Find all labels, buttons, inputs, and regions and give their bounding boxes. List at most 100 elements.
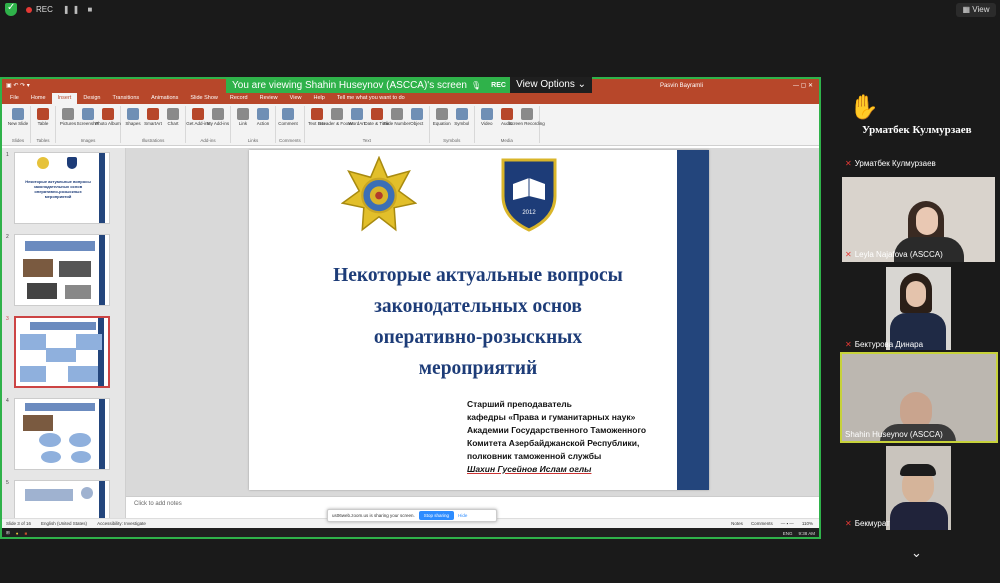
- symbol-button[interactable]: Symbol: [453, 106, 471, 138]
- participant-video-tile[interactable]: [886, 446, 951, 530]
- wordart-button[interactable]: WordArt: [348, 106, 366, 138]
- zoom-slider[interactable]: — ▪ —: [781, 521, 794, 526]
- table-button[interactable]: Table: [34, 106, 52, 138]
- action-button[interactable]: Action: [254, 106, 272, 138]
- accessibility-status[interactable]: Accessibility: Investigate: [97, 521, 146, 526]
- chevron-down-icon[interactable]: ⌄: [911, 545, 922, 561]
- slide-thumbnail-4[interactable]: [14, 398, 110, 470]
- ribbon-group-text: Text Box Header & Footer WordArt Date & Tim…: [305, 106, 430, 143]
- zoom-level[interactable]: 110%: [802, 521, 813, 526]
- slide-thumbnail-5[interactable]: [14, 480, 110, 520]
- chrome-icon[interactable]: ●: [16, 531, 19, 536]
- tab-tell-me-what-you-want-to-do[interactable]: Tell me what you want to do: [331, 93, 411, 104]
- thumbnail-row[interactable]: 3: [2, 312, 125, 394]
- author-line: Академии Государственного Таможенного: [467, 425, 647, 435]
- powerpoint-icon[interactable]: ■: [25, 531, 28, 536]
- link-button[interactable]: Link: [234, 106, 252, 138]
- ribbon-item-label: Action: [256, 121, 270, 126]
- sharing-notice-text: us06web.zoom.us is sharing your screen.: [332, 513, 415, 518]
- author-line: кафедры «Права и гуманитарных наук»: [467, 412, 636, 422]
- new-slide-button[interactable]: New Slide: [8, 106, 28, 138]
- current-slide[interactable]: 2012 Некоторые актуальные вопросы законо…: [249, 150, 709, 490]
- chart-button[interactable]: Chart: [164, 106, 182, 138]
- ribbon-group-label: Slides: [11, 138, 25, 143]
- slide-thumbnail-1[interactable]: Некоторые актуальные вопросы законодател…: [14, 152, 110, 224]
- view-button[interactable]: ▦ View: [956, 3, 996, 17]
- author-block[interactable]: Старший преподаватель кафедры «Права и г…: [467, 398, 687, 476]
- security-shield-icon[interactable]: [5, 2, 17, 16]
- comment-button[interactable]: Comment: [278, 106, 298, 138]
- comments-toggle[interactable]: Comments: [751, 521, 773, 526]
- tab-view[interactable]: View: [284, 93, 308, 104]
- tab-design[interactable]: Design: [77, 93, 106, 104]
- tab-review[interactable]: Review: [254, 93, 284, 104]
- screen-recording-button[interactable]: Screen Recording: [509, 106, 545, 138]
- start-icon[interactable]: ⊞: [6, 530, 10, 536]
- tab-transitions[interactable]: Transitions: [106, 93, 145, 104]
- object-icon: [410, 108, 423, 120]
- slide-number-button[interactable]: Slide Number: [383, 106, 410, 138]
- comment-icon: [282, 108, 294, 120]
- notes-toggle[interactable]: Notes: [731, 521, 743, 526]
- record-dot-icon: [26, 7, 32, 13]
- pictures-button[interactable]: Pictures: [59, 106, 77, 138]
- star-emblem-icon: [37, 157, 49, 169]
- smartart-button[interactable]: SmartArt: [144, 106, 162, 138]
- ribbon-group-label: Text: [362, 138, 371, 143]
- tab-help[interactable]: Help: [308, 93, 331, 104]
- tab-record[interactable]: Record: [224, 93, 254, 104]
- taskbar-language[interactable]: ENG: [783, 531, 793, 536]
- thumbnail-row[interactable]: 4: [2, 394, 125, 476]
- video-button[interactable]: Video: [478, 106, 496, 138]
- tab-insert[interactable]: Insert: [51, 93, 78, 104]
- stop-sharing-button[interactable]: Stop sharing: [418, 511, 455, 520]
- my-add-ins-icon: [212, 108, 224, 120]
- ribbon-item-label: Screen Recording: [508, 121, 545, 126]
- thumb-photo: [65, 285, 91, 299]
- thumbnail-row[interactable]: 2: [2, 230, 125, 312]
- tab-slide-show[interactable]: Slide Show: [184, 93, 224, 104]
- participant-name: Урматбек Кулмурзаев: [854, 159, 936, 168]
- view-options-button[interactable]: View Options ⌄: [510, 77, 592, 93]
- quick-access-icons[interactable]: ▣ ↶ ↷ ▾: [6, 82, 30, 89]
- slide-thumbnail-3[interactable]: [14, 316, 110, 388]
- language-status[interactable]: English (United States): [41, 521, 87, 526]
- photo-album-button[interactable]: Photo Album: [95, 106, 121, 138]
- thumb-photo: [23, 259, 53, 277]
- equation-button[interactable]: Equation: [433, 106, 451, 138]
- object-button[interactable]: Object: [408, 106, 426, 138]
- participant-video-tile[interactable]: ✕ Leyla Najafova (ASCCA): [842, 177, 995, 262]
- slide-thumbnail-2[interactable]: [14, 234, 110, 306]
- ribbon-group-slides: New Slide Slides: [6, 106, 31, 143]
- tab-file[interactable]: File: [4, 93, 25, 104]
- new-slide-icon: [12, 108, 24, 120]
- emblem-year: 2012: [522, 210, 536, 216]
- ribbon-group-add-ins: Get Add-ins My Add-ins Add-ins: [186, 106, 231, 143]
- ribbon-items: Table: [34, 106, 52, 138]
- slide-title[interactable]: Некоторые актуальные вопросы законодател…: [279, 260, 677, 384]
- thumb-title: Некоторые актуальные вопросы законодател…: [25, 179, 91, 199]
- tab-home[interactable]: Home: [25, 93, 52, 104]
- thumbnail-row[interactable]: 1 Некоторые актуальные вопросы законодат…: [2, 148, 125, 230]
- thumb-textbox: [76, 334, 102, 350]
- thumb-stripe: [98, 318, 104, 386]
- text-box-icon: [310, 108, 323, 120]
- window-controls[interactable]: — ▢ ✕: [793, 82, 813, 89]
- participant-video-tile[interactable]: [886, 267, 951, 350]
- hide-button[interactable]: Hide: [458, 513, 467, 518]
- active-speaker-tile[interactable]: Shahin Huseynov (ASCCA): [840, 352, 998, 443]
- author-name: Шахин Гусейнов Ислам оглы: [467, 464, 592, 474]
- thumb-textbox: [25, 241, 95, 251]
- title-line: мероприятий: [418, 358, 538, 379]
- get-add-ins-button[interactable]: Get Add-ins: [186, 106, 210, 138]
- zoom-top-bar: REC ❚❚ ■ ▦ View: [0, 0, 1000, 20]
- shapes-button[interactable]: Shapes: [124, 106, 142, 138]
- participant-name: Бекмурат: [854, 519, 890, 528]
- header-footer-button[interactable]: Header & Footer: [320, 106, 353, 138]
- pause-stop-icons[interactable]: ❚❚ ■: [63, 3, 95, 17]
- academy-shield-icon: 2012: [501, 158, 557, 232]
- tab-animations[interactable]: Animations: [145, 93, 184, 104]
- my-add-ins-button[interactable]: My Add-ins: [207, 106, 229, 138]
- slide-counter: Slide 3 of 16: [6, 521, 32, 526]
- mic-muted-icon: ✕: [845, 159, 852, 168]
